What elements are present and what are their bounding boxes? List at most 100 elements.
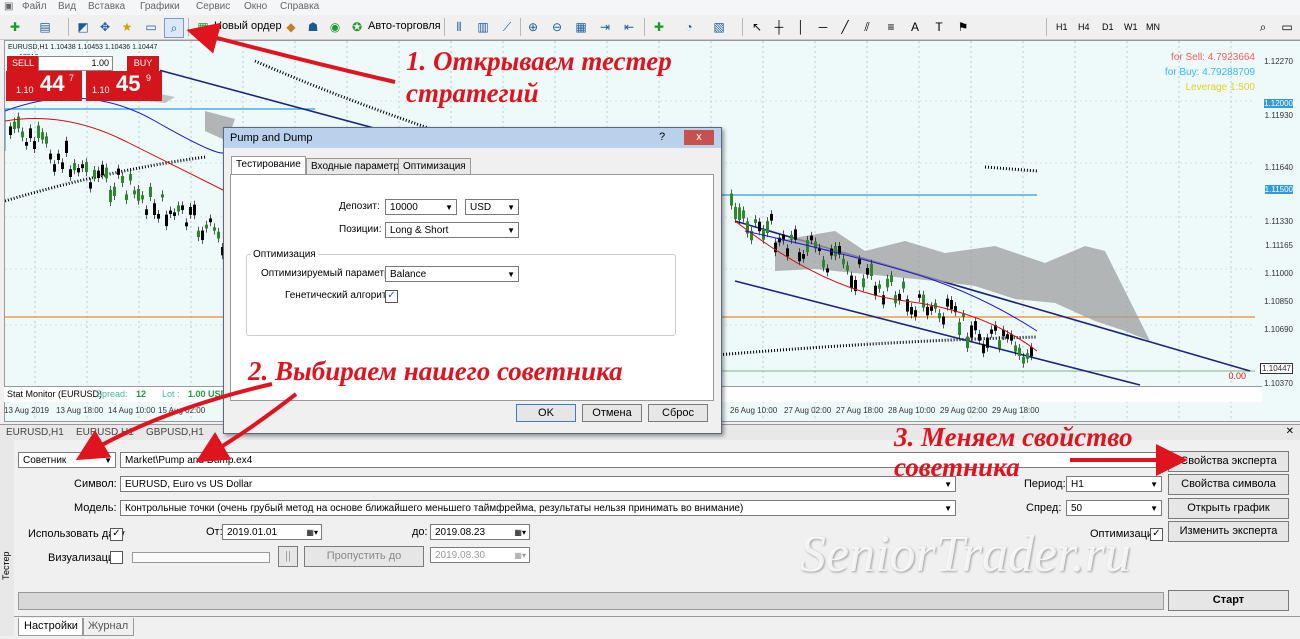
help-icon[interactable]: ? [650, 130, 674, 145]
start-button[interactable]: Старт [1168, 590, 1289, 611]
visualization-speed-slider[interactable] [132, 552, 270, 563]
menu-help[interactable]: Справка [280, 1, 319, 12]
timeframe-mn[interactable]: MN [1142, 19, 1164, 35]
chart-tab-eurusd-1[interactable]: EURUSD,H1 [0, 426, 70, 439]
text-label-icon[interactable]: T [930, 18, 948, 36]
period-select[interactable]: H1 ▼ [1066, 476, 1162, 492]
timeframe-h4[interactable]: H4 [1074, 19, 1094, 35]
market-watch-icon[interactable]: ◩ [74, 18, 92, 36]
tile-windows-icon[interactable]: ▦ [572, 18, 590, 36]
navigator-icon[interactable]: ★ [118, 18, 136, 36]
expert-properties-button[interactable]: Свойства эксперта [1168, 451, 1289, 472]
menu-service[interactable]: Сервис [196, 1, 230, 12]
autoscroll-icon[interactable]: ⇥ [596, 18, 614, 36]
line-chart-icon[interactable]: ⟋ [498, 18, 516, 36]
close-icon[interactable]: x [684, 130, 714, 145]
use-date-checkbox[interactable]: ✓ [110, 528, 123, 541]
equidistant-channel-icon[interactable]: ⫽ [858, 18, 876, 36]
text-icon[interactable]: A [906, 18, 924, 36]
optimization-checkbox[interactable]: ✓ [1150, 528, 1163, 541]
tab-settings[interactable]: Настройки [18, 618, 84, 636]
menu-window[interactable]: Окно [244, 1, 267, 12]
menu-view[interactable]: Вид [58, 1, 76, 12]
main-toolbar: ✚ ▤ ◩ ✥ ★ ▭ ⌕ ▦ Новый ордер ◆ ☗ ◉ ✪ Авто… [0, 15, 1300, 40]
to-date-input[interactable]: 2019.08.23 ▦▾ [430, 524, 530, 540]
fibonacci-icon[interactable]: ≡ [882, 18, 900, 36]
vertical-line-icon[interactable]: │ [792, 18, 810, 36]
indicators-icon[interactable]: ✚ [650, 18, 668, 36]
symbol-properties-button[interactable]: Свойства символа [1168, 474, 1289, 495]
sell-button[interactable]: SELL [6, 55, 40, 72]
app-icon[interactable]: ▣ [4, 1, 13, 12]
chart-tab-eurusd-2[interactable]: EURUSD,H1 [70, 426, 140, 439]
opt-param-select[interactable]: Balance ▼ [385, 266, 519, 282]
reset-button[interactable]: Сброс [648, 404, 708, 422]
zoom-out-icon[interactable]: ⊖ [548, 18, 566, 36]
crosshair-icon[interactable]: ┼ [770, 18, 788, 36]
menu-charts[interactable]: Графики [140, 1, 180, 12]
search-icon[interactable]: ⌕ [1254, 18, 1272, 36]
spread-select[interactable]: 50 ▼ [1066, 500, 1162, 516]
menu-insert[interactable]: Вставка [88, 1, 125, 12]
genetic-algorithm-checkbox[interactable]: ✓ [385, 290, 398, 303]
data-window-icon[interactable]: ✥ [96, 18, 114, 36]
signals-icon[interactable]: ☗ [304, 18, 322, 36]
auto-trading-button[interactable]: Авто-торговля [368, 20, 441, 32]
candle [786, 248, 789, 257]
visualization-checkbox[interactable] [110, 551, 123, 564]
buy-button[interactable]: BUY [126, 55, 160, 72]
tab-testing[interactable]: Тестирование [231, 156, 306, 175]
candle [926, 306, 929, 316]
terminal-icon[interactable]: ▭ [142, 18, 160, 36]
timeframe-d1[interactable]: D1 [1098, 19, 1118, 35]
chart-shift-icon[interactable]: ⇤ [620, 18, 638, 36]
metaeditor-icon[interactable]: ◆ [282, 18, 300, 36]
buy-price-box[interactable]: 1.10 45 9 [86, 71, 162, 101]
menu-file[interactable]: Файл [22, 1, 47, 12]
periods-icon[interactable]: ◔ [680, 18, 698, 36]
new-order-icon[interactable]: ▦ [194, 18, 212, 36]
cancel-button[interactable]: Отмена [582, 404, 642, 422]
cursor-icon[interactable]: ↖ [748, 18, 766, 36]
panel-close-icon[interactable]: ✕ [1286, 426, 1294, 437]
candle [966, 336, 969, 349]
pause-button[interactable]: || [278, 546, 298, 567]
candle [81, 164, 84, 169]
candlestick-icon[interactable]: ▥ [474, 18, 492, 36]
candle [73, 163, 76, 171]
skip-to-date-input[interactable]: 2019.08.30 ▦▾ [430, 547, 530, 563]
timeframe-w1[interactable]: W1 [1120, 19, 1142, 35]
candle [914, 310, 917, 317]
bar-chart-icon[interactable]: ⫴ [450, 18, 468, 36]
market-icon[interactable]: ◉ [326, 18, 344, 36]
trendline-icon[interactable]: ╱ [836, 18, 854, 36]
profiles-icon[interactable]: ▤ [36, 18, 54, 36]
horizontal-line-icon[interactable]: ─ [814, 18, 832, 36]
arrows-icon[interactable]: ⚑ [954, 18, 972, 36]
model-select[interactable]: Контрольные точки (очень грубый метод на… [120, 500, 956, 516]
currency-select[interactable]: USD ▼ [465, 199, 519, 215]
tab-journal[interactable]: Журнал [82, 618, 135, 636]
lot-input[interactable]: 1.00 [38, 56, 113, 71]
chart-tab-gbpusd[interactable]: GBPUSD,H1 [140, 426, 210, 439]
symbol-select[interactable]: EURUSD, Euro vs US Dollar ▼ [120, 476, 956, 492]
new-chart-icon[interactable]: ✚ [6, 18, 24, 36]
auto-trading-icon[interactable]: ✪ [348, 18, 366, 36]
chat-icon[interactable]: ▭ [1278, 18, 1296, 36]
ok-button[interactable]: OK [516, 404, 576, 422]
tester-side-tab[interactable]: Тестер [0, 440, 15, 636]
new-order-button[interactable]: Новый ордер [214, 20, 282, 32]
positions-select[interactable]: Long & Short ▼ [385, 222, 519, 238]
strategy-tester-icon[interactable]: ⌕ [164, 18, 184, 38]
templates-icon[interactable]: ▧ [710, 18, 728, 36]
modify-expert-button[interactable]: Изменить эксперта [1168, 521, 1289, 542]
timeframe-h1[interactable]: H1 [1052, 19, 1072, 35]
from-date-input[interactable]: 2019.01.01 ▦▾ [222, 524, 322, 540]
sell-price-box[interactable]: 1.10 44 7 [6, 71, 82, 101]
skip-to-button[interactable]: Пропустить до [304, 546, 424, 567]
open-chart-button[interactable]: Открыть график [1168, 498, 1289, 519]
zoom-in-icon[interactable]: ⊕ [524, 18, 542, 36]
deposit-select[interactable]: 10000 ▼ [385, 199, 457, 215]
annotation-step1-line2: стратегий [406, 78, 539, 108]
tester-type-select[interactable]: Советник ▼ [18, 452, 116, 468]
